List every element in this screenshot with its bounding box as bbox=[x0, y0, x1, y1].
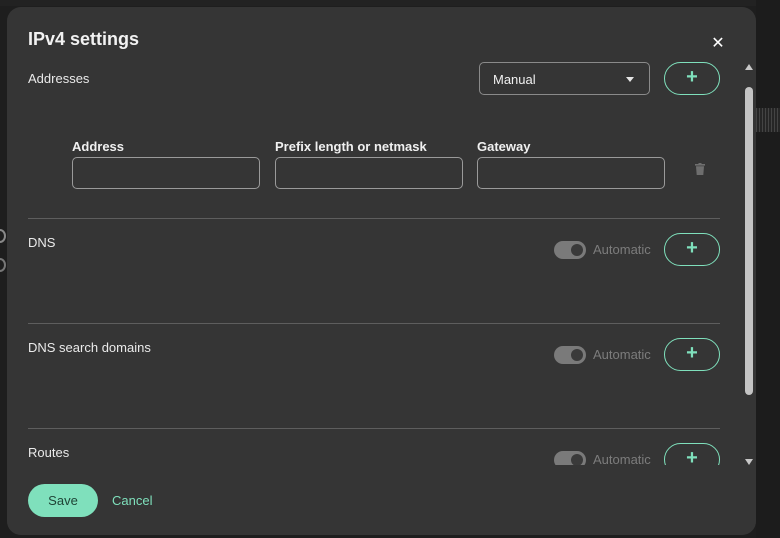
background-panel bbox=[756, 0, 780, 538]
add-dns-button[interactable]: + bbox=[664, 233, 720, 266]
dns-automatic-label: Automatic bbox=[593, 242, 651, 257]
dns-label: DNS bbox=[28, 235, 56, 250]
routes-automatic-label: Automatic bbox=[593, 452, 651, 465]
plus-icon: + bbox=[686, 66, 698, 88]
addressing-method-value: Manual bbox=[493, 72, 536, 87]
section-divider bbox=[28, 323, 720, 324]
dns-automatic-toggle[interactable] bbox=[554, 241, 586, 259]
dialog-body[interactable]: Addresses Manual + Address Prefix length… bbox=[7, 59, 742, 465]
ipv4-settings-dialog: IPv4 settings ✕ Addresses Manual + Addre… bbox=[7, 7, 756, 535]
dialog-title: IPv4 settings bbox=[28, 29, 140, 49]
toggle-knob bbox=[571, 349, 583, 361]
add-address-button[interactable]: + bbox=[664, 62, 720, 95]
addresses-label: Addresses bbox=[28, 71, 90, 86]
cancel-button[interactable]: Cancel bbox=[112, 484, 152, 517]
gateway-input[interactable] bbox=[477, 157, 665, 189]
addressing-method-select[interactable]: Manual bbox=[479, 62, 650, 95]
save-button[interactable]: Save bbox=[28, 484, 98, 517]
plus-icon: + bbox=[686, 447, 698, 465]
address-input[interactable] bbox=[72, 157, 260, 189]
scroll-up-arrow[interactable] bbox=[745, 64, 753, 70]
close-icon: ✕ bbox=[711, 35, 725, 52]
plus-icon: + bbox=[686, 342, 698, 364]
routes-label: Routes bbox=[28, 445, 70, 460]
chevron-down-icon bbox=[626, 77, 634, 82]
section-divider bbox=[28, 218, 720, 219]
address-column-label: Address bbox=[72, 139, 125, 154]
prefix-column-label: Prefix length or netmask bbox=[275, 139, 427, 154]
close-button[interactable]: ✕ bbox=[709, 35, 727, 53]
plus-icon: + bbox=[686, 237, 698, 259]
scrollbar[interactable] bbox=[742, 59, 756, 469]
prefix-input[interactable] bbox=[275, 157, 463, 189]
background-top-bar bbox=[0, 0, 780, 6]
trash-icon[interactable] bbox=[695, 163, 705, 175]
toggle-knob bbox=[571, 244, 583, 256]
scrollbar-thumb[interactable] bbox=[745, 87, 753, 395]
dns-search-automatic-toggle[interactable] bbox=[554, 346, 586, 364]
background-icon bbox=[0, 229, 6, 243]
dns-search-automatic-label: Automatic bbox=[593, 347, 651, 362]
dialog-footer: Save Cancel bbox=[7, 469, 756, 535]
add-route-button[interactable]: + bbox=[664, 443, 720, 465]
scroll-down-arrow[interactable] bbox=[745, 459, 753, 465]
dns-search-domains-label: DNS search domains bbox=[28, 340, 151, 355]
section-divider bbox=[28, 428, 720, 429]
background-sparkline bbox=[756, 108, 780, 132]
gateway-column-label: Gateway bbox=[477, 139, 531, 154]
routes-automatic-toggle[interactable] bbox=[554, 451, 586, 465]
add-dns-search-domain-button[interactable]: + bbox=[664, 338, 720, 371]
toggle-knob bbox=[571, 454, 583, 465]
background-icon bbox=[0, 258, 6, 272]
